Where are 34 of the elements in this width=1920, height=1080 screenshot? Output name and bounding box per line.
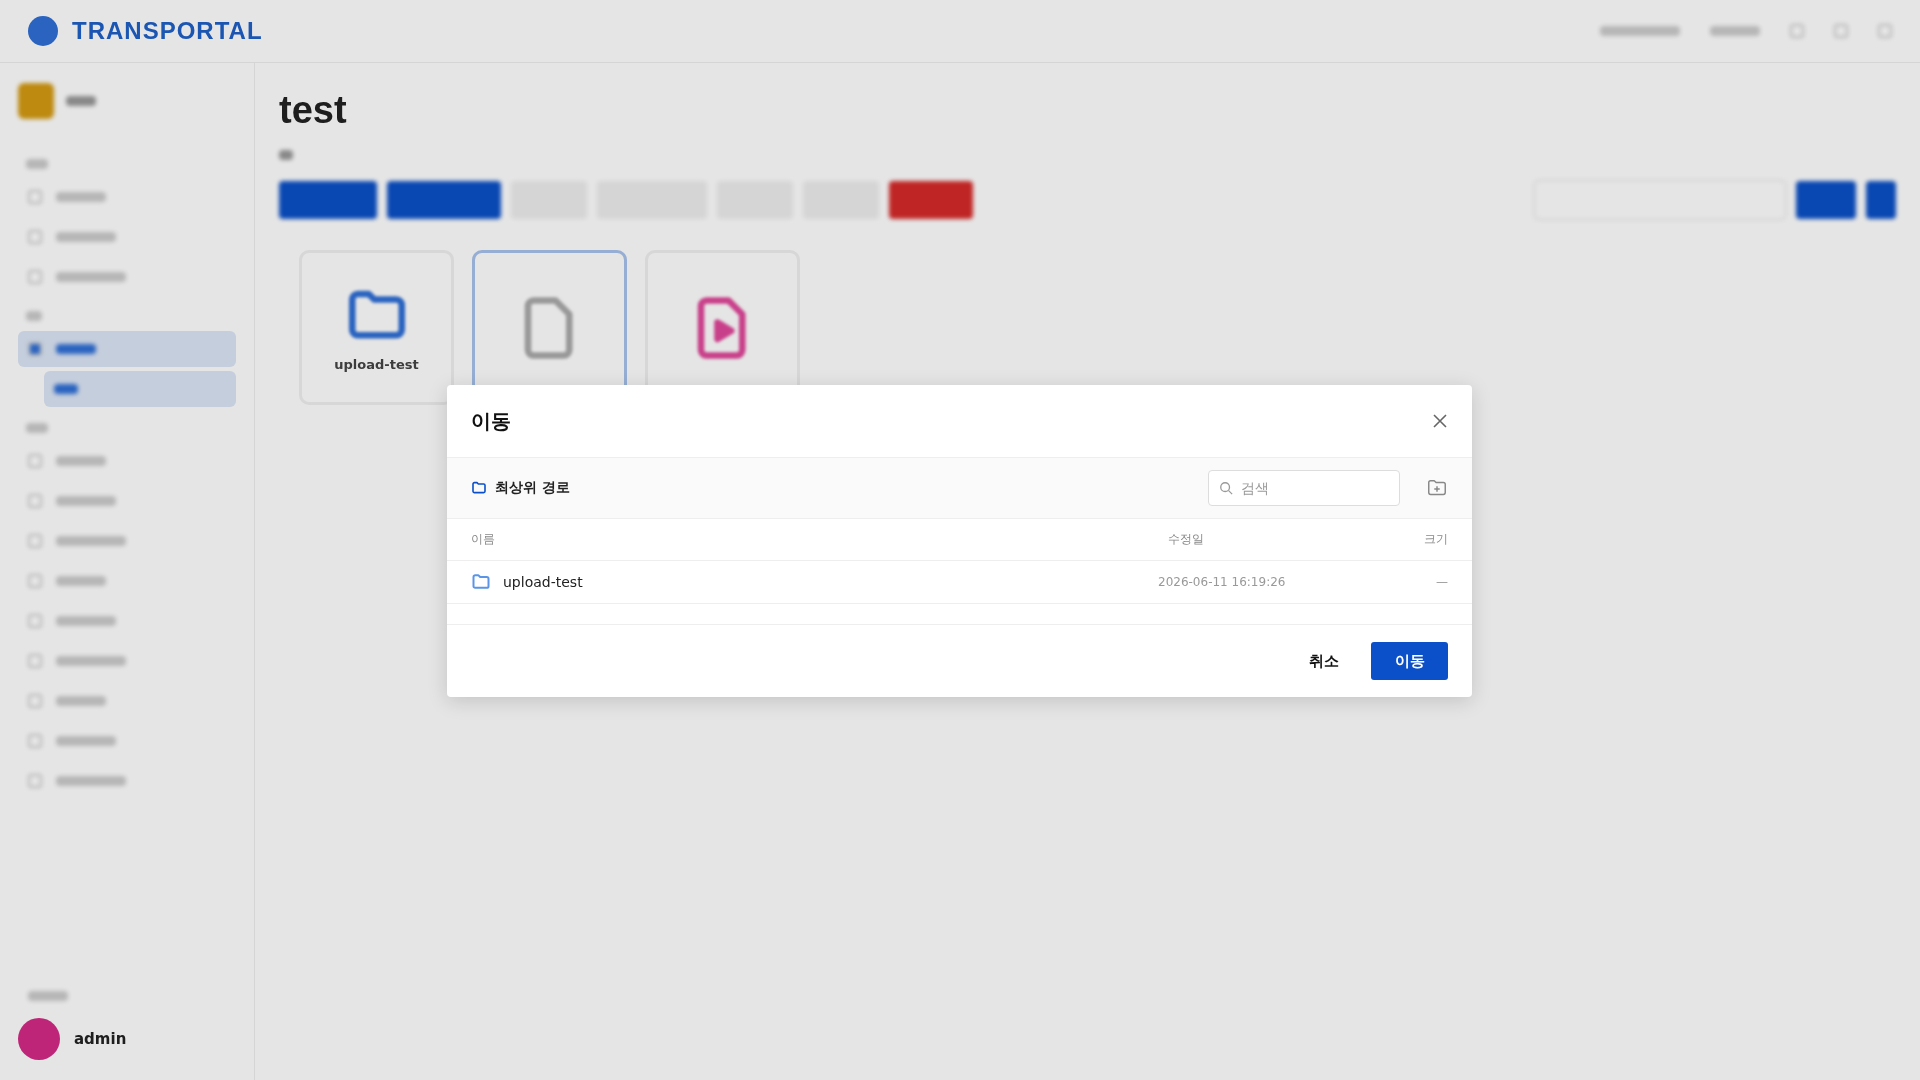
column-header: 크기 <box>1423 531 1448 548</box>
search-field[interactable]: 검색 <box>1208 470 1400 506</box>
file-name: upload-test <box>334 357 419 372</box>
logo-icon <box>28 16 58 46</box>
modified-date: 2026-06-11 16:19:26 <box>1158 575 1287 589</box>
folder-icon <box>471 572 491 592</box>
sidebar-item[interactable] <box>18 331 236 367</box>
move-button[interactable]: 이동 <box>1371 642 1448 680</box>
toolbar-button[interactable] <box>279 181 377 219</box>
page-title: test <box>279 89 348 132</box>
section-label <box>26 423 48 433</box>
folder-name[interactable]: upload-test <box>503 574 1148 590</box>
header-actions-drawing[interactable] <box>1600 24 1892 38</box>
close-icon[interactable] <box>1432 413 1448 429</box>
file-size: — <box>1435 575 1448 589</box>
toolbar-button[interactable] <box>889 181 973 219</box>
file-card[interactable]: upload-test <box>299 250 454 405</box>
section-label <box>26 159 48 169</box>
app-logo: TRANSPORTAL <box>72 17 263 45</box>
folder-icon <box>471 480 487 496</box>
section-label <box>26 311 42 321</box>
sidebar-item[interactable] <box>44 371 236 407</box>
column-header: 이름 <box>471 531 496 548</box>
user-avatar[interactable] <box>18 1018 60 1060</box>
dialog-title: 이동 <box>471 407 511 435</box>
column-header: 수정일 <box>1168 531 1205 548</box>
user-name: admin <box>74 1030 127 1048</box>
cancel-button[interactable]: 취소 <box>1297 642 1351 680</box>
breadcrumb-path[interactable]: 최상위 경로 <box>495 479 570 497</box>
toolbar-button[interactable] <box>387 181 501 219</box>
toolbar-button[interactable] <box>1796 181 1856 219</box>
search-icon <box>1219 481 1233 495</box>
toolbar-button[interactable] <box>1866 181 1896 219</box>
breadcrumb-drawing <box>279 150 293 160</box>
